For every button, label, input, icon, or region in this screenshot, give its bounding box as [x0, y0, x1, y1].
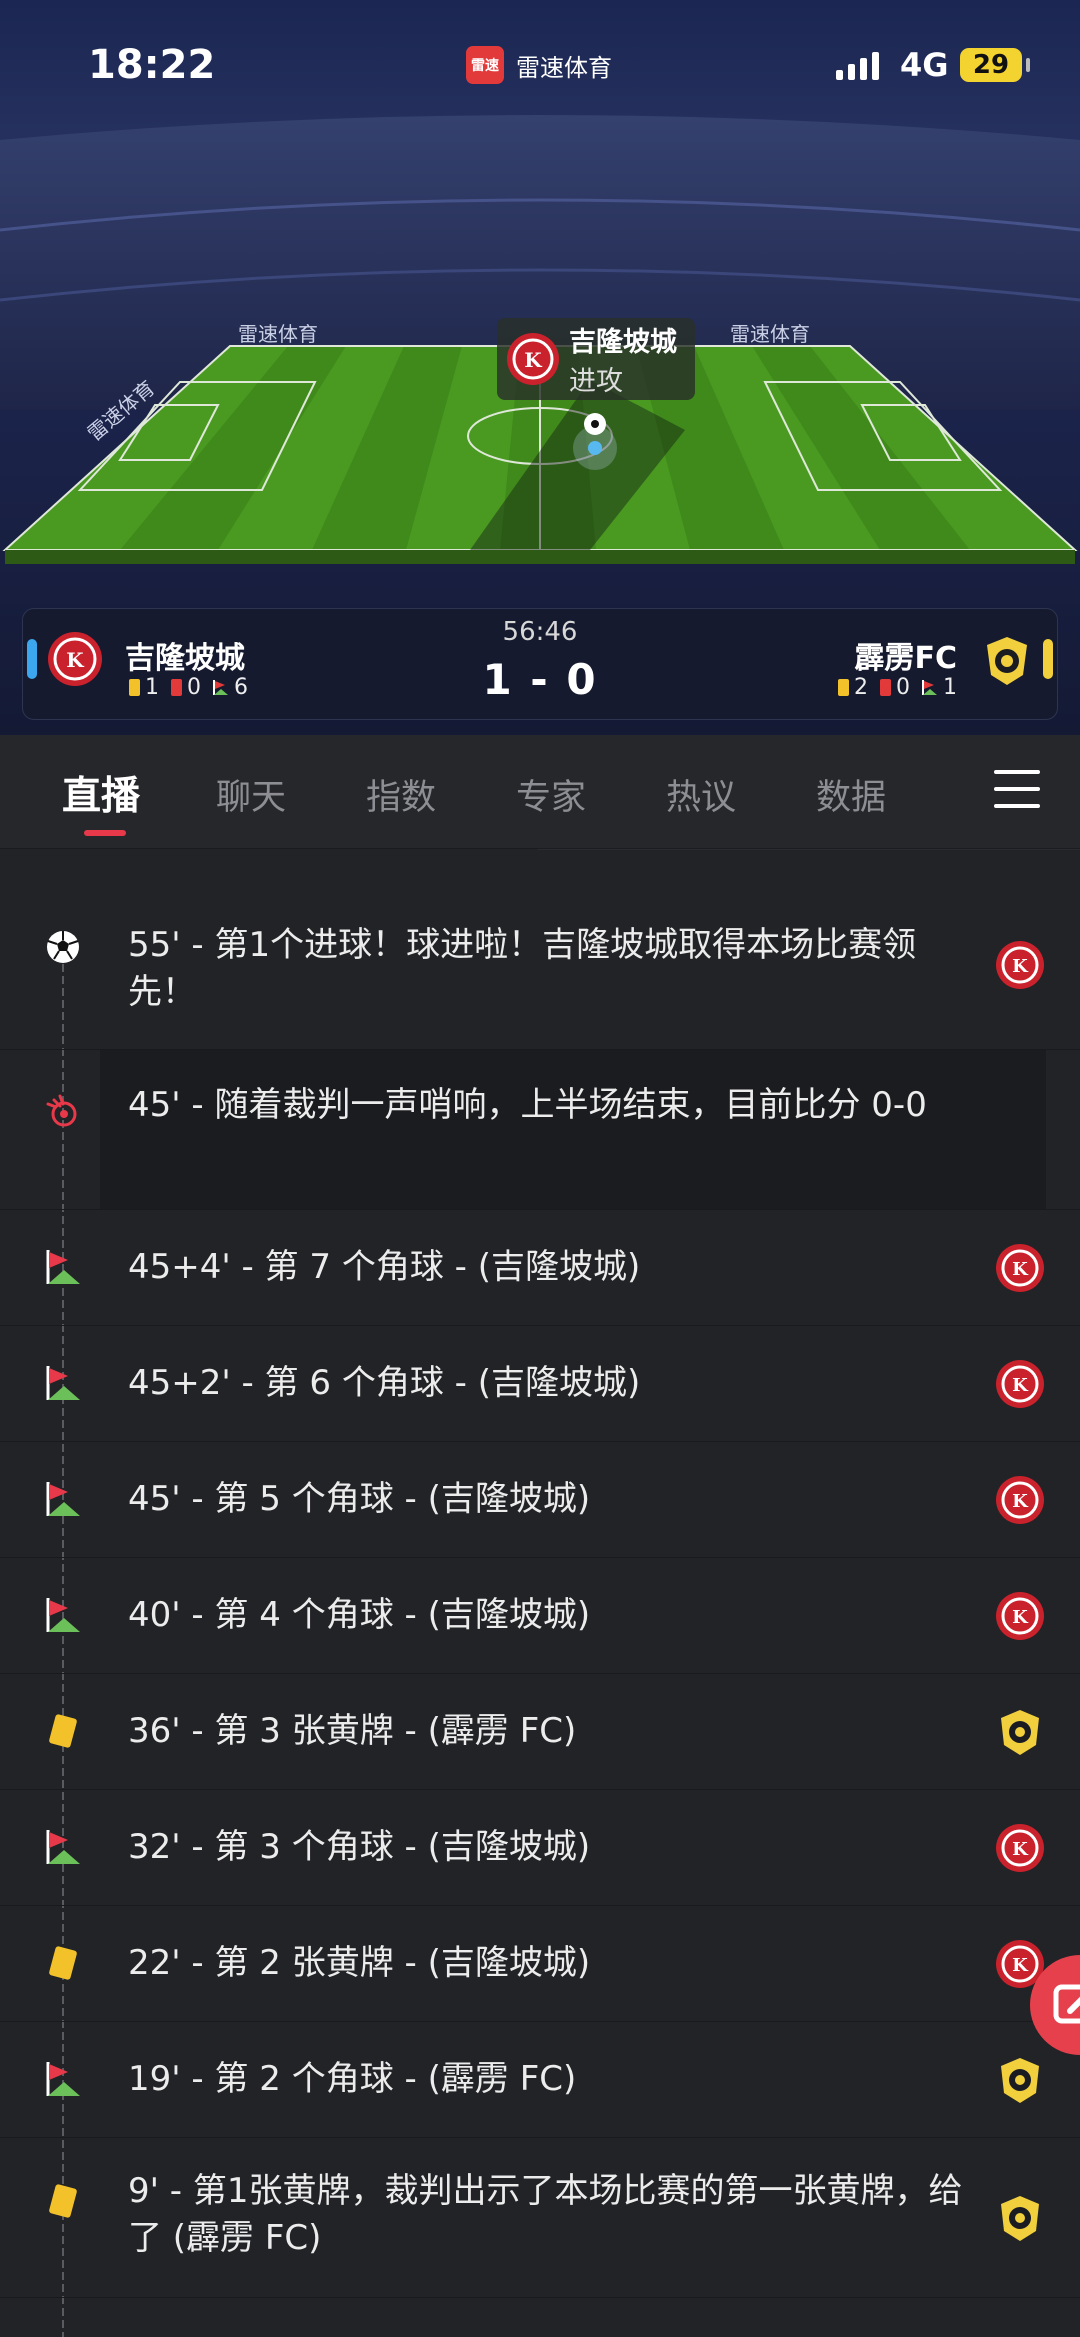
away-team-crest-icon [1001, 2196, 1039, 2241]
corner-flag-icon [46, 1366, 80, 1400]
app-name: 雷速体育 [516, 53, 612, 82]
tab-bar: 直播 聊天 指数 专家 热议 数据 [0, 735, 1080, 849]
tab-active-indicator [84, 830, 126, 836]
away-team-crest-icon [1001, 1710, 1039, 1755]
home-team-crest-icon: K [996, 1360, 1044, 1408]
svg-text:K: K [1012, 1491, 1029, 1512]
event-popup-action: 进攻 [569, 366, 623, 397]
away-team-crest-icon[interactable] [983, 635, 1031, 687]
event-row[interactable]: 45' - 随着裁判一声哨响，上半场结束，目前比分 0-0 [0, 1050, 1080, 1210]
status-time: 18:22 [88, 42, 216, 88]
tab-stats[interactable]: 数据 [816, 769, 886, 820]
corner-flag-icon [46, 1598, 80, 1632]
pitch-banner: 雷速体育 [238, 322, 318, 346]
event-row[interactable]: 40' - 第 4 个角球 - (吉隆坡城) K [0, 1558, 1080, 1674]
status-bar: 18:22 雷速 雷速体育 4G 29 [0, 0, 1080, 130]
svg-text:K: K [1012, 956, 1029, 977]
app-logo-icon: 雷速 [466, 46, 504, 84]
home-team-crest-icon: K [996, 1592, 1044, 1640]
live-event-feed: 55' - 第1个进球！球进啦！吉隆坡城取得本场比赛领先！ K 45' - 随着… [0, 850, 1080, 2337]
event-text: 45+2' - 第 6 个角球 - (吉隆坡城) [128, 1363, 641, 1403]
scoreboard[interactable]: K 吉隆坡城 1 0 6 56:46 1 - 0 霹雳FC 2 0 1 [22, 608, 1058, 720]
pitch-banner: 雷速体育 [730, 322, 810, 346]
tab-experts[interactable]: 专家 [516, 769, 586, 820]
tab-discussion[interactable]: 热议 [666, 769, 736, 820]
edit-icon [1053, 1984, 1080, 2024]
event-row[interactable]: 22' - 第 2 张黄牌 - (吉隆坡城) K [0, 1906, 1080, 2022]
yellow-card-icon [838, 679, 849, 696]
corner-flag-icon [46, 1830, 80, 1864]
event-text: 22' - 第 2 张黄牌 - (吉隆坡城) [128, 1943, 591, 1983]
event-row[interactable]: 45+4' - 第 7 个角球 - (吉隆坡城) K [0, 1210, 1080, 1326]
network-type: 4G [900, 46, 949, 84]
event-text: 9' - 第1张黄牌，裁判出示了本场比赛的第一张黄牌，给了 (霹雳 FC) [128, 2171, 963, 2258]
tab-chat[interactable]: 聊天 [216, 769, 286, 820]
match-animation-area: 雷速体育 雷速体育 雷速体育 K 吉隆坡城 进攻 18:22 雷速 雷速体育 4… [0, 0, 1080, 735]
yellow-card-icon [49, 1714, 77, 1748]
event-text: 55' - 第1个进球！球进啦！吉隆坡城取得本场比赛领先！ [128, 925, 917, 1012]
event-text: 40' - 第 4 个角球 - (吉隆坡城) [128, 1595, 591, 1635]
svg-text:K: K [1012, 1375, 1029, 1396]
event-row[interactable]: 36' - 第 3 张黄牌 - (霹雳 FC) [0, 1674, 1080, 1790]
event-text: 19' - 第 2 个角球 - (霹雳 FC) [128, 2059, 577, 2099]
tab-odds[interactable]: 指数 [366, 769, 436, 820]
svg-text:K: K [1012, 1259, 1029, 1280]
home-team-crest-icon: K [996, 1476, 1044, 1524]
home-team-crest-icon: K [996, 941, 1044, 989]
red-card-icon [880, 679, 891, 696]
event-row[interactable]: 19' - 第 2 个角球 - (霹雳 FC) [0, 2022, 1080, 2138]
away-team-name[interactable]: 霹雳FC [854, 633, 957, 677]
event-text: 45+4' - 第 7 个角球 - (吉隆坡城) [128, 1247, 641, 1287]
menu-icon[interactable] [994, 770, 1040, 810]
event-text: 45' - 随着裁判一声哨响，上半场结束，目前比分 0-0 [128, 1085, 927, 1125]
yellow-card-icon [49, 2184, 77, 2218]
away-yellow-count: 2 [854, 675, 868, 700]
app-indicator: 雷速 雷速体育 [466, 46, 612, 84]
corner-flag-icon [46, 1482, 80, 1516]
event-text: 36' - 第 3 张黄牌 - (霹雳 FC) [128, 1711, 577, 1751]
away-stats: 2 0 1 [838, 675, 957, 700]
tab-live[interactable]: 直播 [62, 765, 140, 821]
svg-text:K: K [524, 348, 542, 372]
goal-ball-icon [47, 931, 79, 963]
whistle-icon [46, 1094, 77, 1127]
away-corner-count: 1 [943, 675, 957, 700]
svg-text:K: K [1012, 1607, 1029, 1628]
corner-flag-icon [922, 680, 937, 695]
home-team-crest-icon: K [996, 1244, 1044, 1292]
corner-flag-icon [46, 2062, 80, 2096]
event-popup: K 吉隆坡城 进攻 [497, 318, 695, 400]
row-highlight [100, 1050, 1046, 1209]
signal-icon [836, 50, 879, 80]
event-text: 45' - 第 5 个角球 - (吉隆坡城) [128, 1479, 591, 1519]
event-row[interactable]: 45' - 第 5 个角球 - (吉隆坡城) K [0, 1442, 1080, 1558]
battery-icon: 29 [960, 48, 1022, 82]
away-team-crest-icon [1001, 2058, 1039, 2103]
svg-text:K: K [1012, 1839, 1029, 1860]
event-row[interactable]: 45+2' - 第 6 个角球 - (吉隆坡城) K [0, 1326, 1080, 1442]
event-row[interactable]: 32' - 第 3 个角球 - (吉隆坡城) K [0, 1790, 1080, 1906]
away-red-count: 0 [896, 675, 910, 700]
event-text: 32' - 第 3 个角球 - (吉隆坡城) [128, 1827, 591, 1867]
home-team-crest-icon: K [996, 1824, 1044, 1872]
home-team-crest-icon: K [507, 333, 559, 385]
yellow-card-icon [49, 1946, 77, 1980]
battery-tip [1026, 58, 1030, 72]
event-popup-team: 吉隆坡城 [569, 327, 677, 358]
event-row[interactable]: 9' - 第1张黄牌，裁判出示了本场比赛的第一张黄牌，给了 (霹雳 FC) [0, 2138, 1080, 2298]
svg-text:K: K [1012, 1955, 1029, 1976]
event-row[interactable]: 55' - 第1个进球！球进啦！吉隆坡城取得本场比赛领先！ K [0, 850, 1080, 1050]
corner-flag-icon [46, 1250, 80, 1284]
